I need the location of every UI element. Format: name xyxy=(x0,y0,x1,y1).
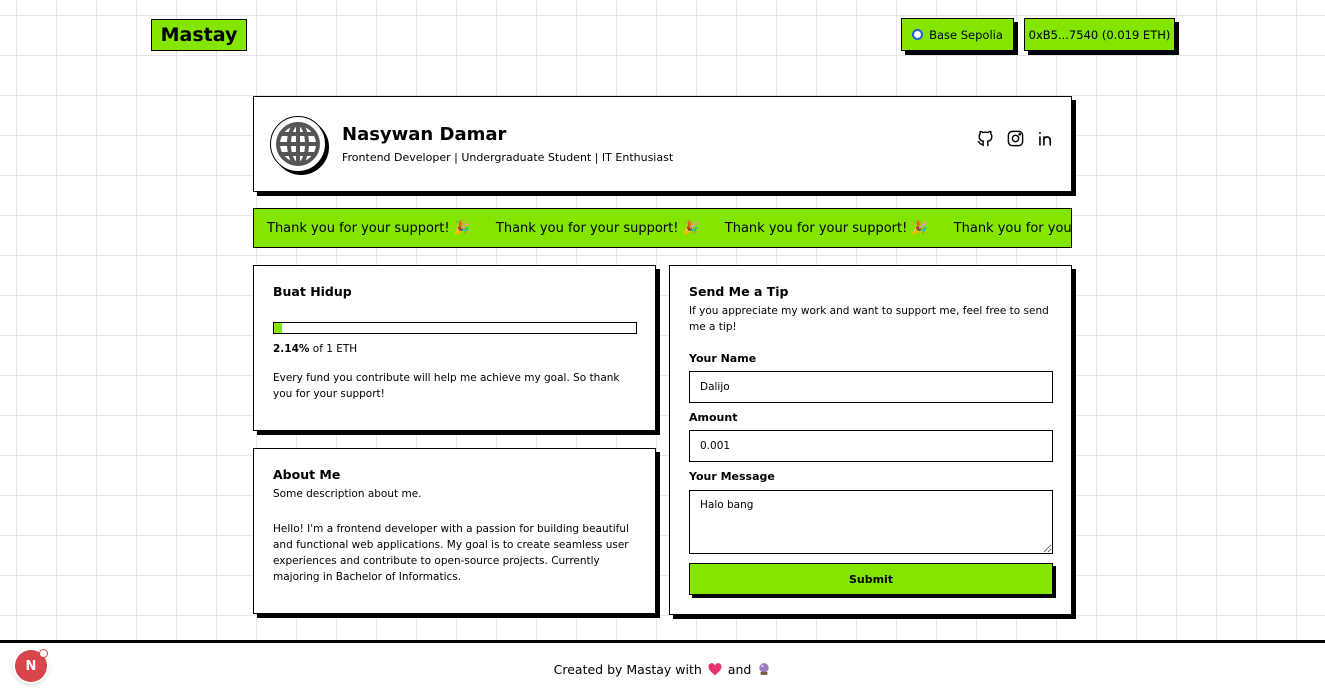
goal-description: Every fund you contribute will help me a… xyxy=(273,372,620,400)
profile-role: Frontend Developer | Undergraduate Stude… xyxy=(342,151,674,164)
dev-tools-status-icon xyxy=(39,649,48,658)
name-input[interactable] xyxy=(689,371,1053,403)
goal-progress-text: 2.14% of 1 ETH xyxy=(273,343,357,355)
submit-button[interactable]: Submit xyxy=(689,563,1053,595)
crystal-ball-icon xyxy=(759,663,770,675)
globe-icon xyxy=(276,122,320,166)
network-button[interactable]: Base Sepolia xyxy=(901,18,1014,51)
amount-input[interactable] xyxy=(689,430,1053,462)
linkedin-icon[interactable] xyxy=(1035,128,1055,148)
thank-you-marquee: Thank you for your support! 🎉 Thank you … xyxy=(253,208,1072,248)
message-label: Your Message xyxy=(689,470,775,483)
logo[interactable]: Mastay xyxy=(151,19,247,51)
about-title: About Me xyxy=(273,467,341,482)
tip-description: If you appreciate my work and want to su… xyxy=(689,305,1049,333)
instagram-icon[interactable] xyxy=(1005,128,1025,148)
name-label: Your Name xyxy=(689,352,757,365)
github-icon[interactable] xyxy=(975,128,995,148)
goal-target: of 1 ETH xyxy=(312,343,358,355)
about-subtitle: Some description about me. xyxy=(273,488,422,500)
profile-name: Nasywan Damar xyxy=(342,124,507,145)
goal-progress-fill xyxy=(274,323,282,333)
message-textarea[interactable]: Halo bang xyxy=(689,490,1053,554)
footer-and: and xyxy=(727,661,752,677)
wallet-button[interactable]: 0xB5...7540 (0.019 ETH) xyxy=(1024,18,1175,51)
heart-icon xyxy=(708,662,722,675)
social-links xyxy=(975,128,1055,148)
tip-card: Send Me a Tip If you appreciate my work … xyxy=(669,265,1072,615)
network-label: Base Sepolia xyxy=(929,27,1003,42)
dev-tools-badge-label: N xyxy=(25,658,37,674)
footer: Created by Mastay with and xyxy=(0,640,1325,695)
marquee-message: Thank you for your support! 🎉 xyxy=(267,220,470,236)
marquee-message: Thank you for your support! 🎉 xyxy=(724,220,928,236)
goal-card: Buat Hidup 2.14% of 1 ETH Every fund you… xyxy=(253,265,656,431)
about-card: About Me Some description about me. Hell… xyxy=(253,448,656,614)
network-indicator-icon xyxy=(912,29,924,40)
marquee-message: Thank you for your support! 🎉 xyxy=(953,220,1072,236)
dev-tools-badge[interactable]: N xyxy=(15,649,48,682)
goal-percent: 2.14% xyxy=(273,343,310,355)
tip-title: Send Me a Tip xyxy=(689,284,789,299)
profile-card: Nasywan Damar Frontend Developer | Under… xyxy=(253,96,1072,192)
goal-title: Buat Hidup xyxy=(273,284,352,299)
amount-label: Amount xyxy=(689,411,738,424)
goal-progress-bar xyxy=(273,322,637,334)
about-body: Hello! I'm a frontend developer with a p… xyxy=(273,523,629,583)
avatar xyxy=(270,116,326,172)
marquee-message: Thank you for your support! 🎉 xyxy=(495,220,699,236)
footer-text: Created by Mastay with xyxy=(553,661,702,677)
